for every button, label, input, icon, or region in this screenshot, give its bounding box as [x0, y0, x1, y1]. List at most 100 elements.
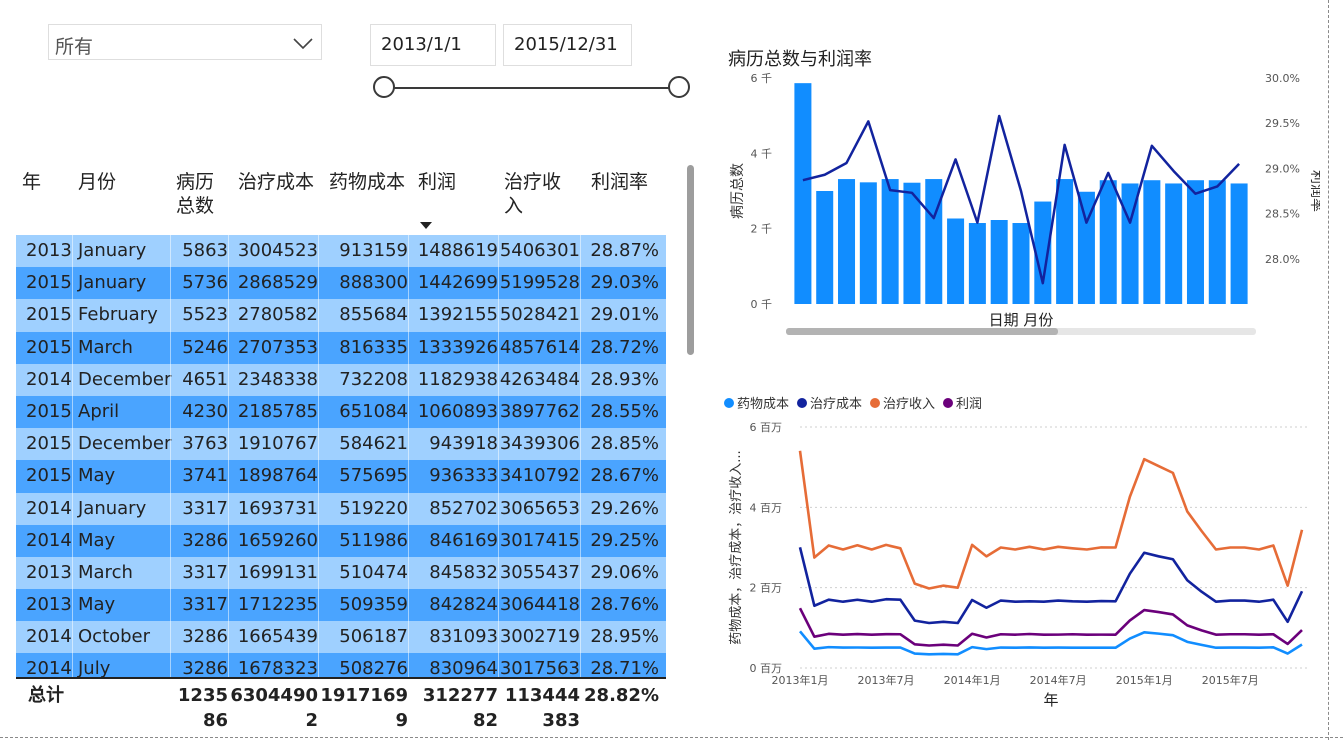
cell-divider	[170, 460, 171, 493]
cell-divider	[170, 235, 171, 268]
header-year[interactable]: 年	[22, 170, 41, 194]
cell-treatment-cost: 2185785	[237, 400, 318, 422]
header-treatment-income[interactable]: 治疗收 入	[504, 170, 561, 218]
total-drug-cost: 1917169 9	[320, 685, 408, 731]
table-row[interactable]: 2014 January 3317 1693731 519220 852702 306565…	[16, 492, 666, 525]
date-slider-start-handle[interactable]	[373, 76, 395, 98]
table-row[interactable]: 2015 May 3741 1898764 575695 936333 3410792 28.…	[16, 460, 666, 493]
cell-profit-rate: 29.01%	[590, 304, 659, 326]
header-profit-rate[interactable]: 利润率	[591, 170, 648, 194]
cell-year: 2015	[26, 304, 72, 326]
cell-divider	[228, 653, 229, 677]
cell-divider	[72, 235, 73, 268]
x-axis-title: 年	[1043, 691, 1058, 709]
cell-divider	[170, 299, 171, 332]
cell-divider	[498, 428, 499, 461]
y-tick-label: 0 千	[751, 298, 773, 311]
header-month[interactable]: 月份	[78, 170, 116, 194]
chart1-scrollbar-thumb	[786, 328, 1058, 335]
category-dropdown[interactable]: 所有	[48, 24, 322, 60]
series-line	[798, 450, 1304, 590]
cell-treatment-income: 3410792	[499, 465, 580, 487]
header-treatment-cost[interactable]: 治疗成本	[238, 170, 314, 194]
cell-month: July	[78, 658, 111, 677]
table-row[interactable]: 2013 January 5863 3004523 913159 1488619 54063…	[16, 235, 666, 268]
cell-profit: 936333	[429, 465, 498, 487]
table-row[interactable]: 2013 March 3317 1699131 510474 845832 3055437 2…	[16, 556, 666, 590]
cell-divider	[580, 524, 581, 557]
cell-divider	[72, 621, 73, 654]
header-case-count[interactable]: 病历 总数	[176, 170, 214, 218]
cell-divider	[72, 299, 73, 332]
cell-drug-cost: 508276	[339, 658, 408, 677]
cell-profit: 1182938	[417, 368, 498, 390]
cell-divider	[228, 299, 229, 332]
y-tick-label: 4 千	[751, 147, 773, 160]
start-date-input[interactable]: 2013/1/1	[370, 24, 496, 66]
cell-treatment-cost: 1699131	[237, 561, 318, 583]
cell-year: 2014	[26, 497, 72, 519]
cell-divider	[170, 395, 171, 429]
y2-tick-label: 28.0%	[1265, 253, 1300, 266]
cell-month: March	[78, 336, 133, 358]
cell-divider	[318, 524, 319, 557]
table-scrollbar[interactable]	[687, 165, 694, 355]
cell-divider	[580, 395, 581, 429]
cell-profit-rate: 29.25%	[590, 529, 659, 551]
cell-case-count: 3741	[182, 465, 228, 487]
header-profit[interactable]: 利润	[418, 170, 456, 194]
y-tick-label: 6 百万	[750, 421, 783, 434]
cell-divider	[408, 331, 409, 364]
table-row[interactable]: 2015 April 4230 2185785 651084 1060893 3897762…	[16, 395, 666, 429]
end-date-input[interactable]: 2015/12/31	[503, 24, 632, 66]
cell-case-count: 3286	[182, 529, 228, 551]
cell-divider	[228, 556, 229, 590]
bar	[859, 182, 877, 304]
cell-divider	[72, 428, 73, 461]
cell-divider	[498, 492, 499, 525]
cell-divider	[408, 235, 409, 268]
x-tick-label: 2015年7月	[1202, 673, 1259, 687]
date-slider-track[interactable]	[386, 87, 679, 89]
cell-divider	[228, 621, 229, 654]
cell-divider	[228, 363, 229, 396]
cell-drug-cost: 511986	[339, 529, 408, 551]
cell-divider	[170, 331, 171, 364]
x-tick-label: 2014年7月	[1030, 673, 1087, 687]
report-border-right	[1328, 0, 1329, 740]
bar	[794, 83, 812, 304]
table-row[interactable]: 2014 July 3286 1678323 508276 830964 3017563 28…	[16, 653, 666, 677]
cell-divider	[228, 524, 229, 557]
cell-year: 2014	[26, 368, 72, 390]
cell-profit-rate: 28.72%	[590, 336, 659, 358]
table-row[interactable]: 2015 March 5246 2707353 816335 1333926 4857614…	[16, 331, 666, 364]
table-row[interactable]: 2015 December 3763 1910767 584621 943918 34393…	[16, 428, 666, 461]
cell-drug-cost: 584621	[339, 433, 408, 455]
table-row[interactable]: 2014 October 3286 1665439 506187 831093 300271…	[16, 621, 666, 654]
cell-treatment-income: 3064418	[499, 594, 580, 616]
table-row[interactable]: 2013 May 3317 1712235 509359 842824 3064418 28.…	[16, 589, 666, 622]
cell-divider	[498, 589, 499, 622]
series-line	[798, 547, 1304, 625]
table-row[interactable]: 2015 February 5523 2780582 855684 1392155 5028…	[16, 299, 666, 332]
series-line	[798, 607, 1303, 647]
table-row[interactable]: 2014 December 4651 2348338 732208 1182938 4263…	[16, 363, 666, 396]
cell-drug-cost: 510474	[339, 561, 408, 583]
cell-divider	[580, 556, 581, 590]
cell-divider	[170, 492, 171, 525]
x-tick-label: 2015年1月	[1116, 673, 1173, 687]
total-profit: 312277 82	[422, 685, 498, 731]
cell-month: January	[78, 497, 147, 519]
cell-treatment-income: 4857614	[499, 336, 580, 358]
table-row[interactable]: 2015 January 5736 2868529 888300 1442699 51995…	[16, 267, 666, 300]
cell-year: 2015	[26, 433, 72, 455]
cell-divider	[408, 460, 409, 493]
bar	[1056, 179, 1074, 304]
cell-profit-rate: 28.93%	[590, 368, 659, 390]
cell-case-count: 5736	[182, 272, 228, 294]
date-slider-end-handle[interactable]	[668, 76, 690, 98]
header-drug-cost[interactable]: 药物成本	[329, 170, 405, 194]
cell-divider	[580, 492, 581, 525]
table-row[interactable]: 2014 May 3286 1659260 511986 846169 3017415 29.…	[16, 524, 666, 557]
cell-drug-cost: 913159	[339, 240, 408, 261]
